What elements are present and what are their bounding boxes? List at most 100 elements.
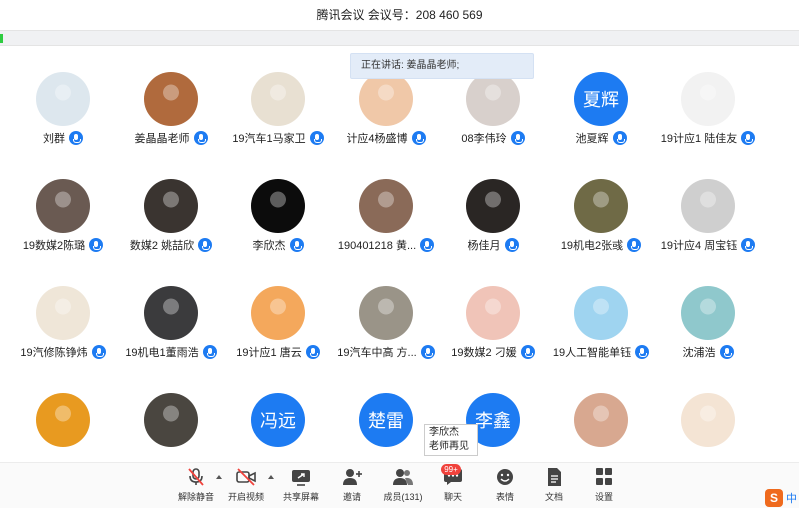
participant-name: 19机电1董雨浩 xyxy=(125,347,199,359)
avatar xyxy=(36,286,90,340)
add-user-icon xyxy=(341,467,363,487)
participant-name: 19汽车中高 方... xyxy=(337,347,417,359)
audio-options-caret[interactable] xyxy=(216,475,222,479)
avatar xyxy=(359,179,413,233)
participant-label: 池夏辉 xyxy=(547,130,655,146)
mic-icon xyxy=(198,238,213,252)
participant-label: 姜晶晶老师 xyxy=(117,130,225,146)
avatar xyxy=(36,179,90,233)
avatar xyxy=(144,72,198,126)
participant-tile[interactable]: 19机电1董雨浩 xyxy=(117,274,225,374)
mic-icon xyxy=(635,345,650,359)
mic-icon xyxy=(510,131,525,145)
participant-label: 19机电2张彧 xyxy=(547,237,655,253)
mic-icon xyxy=(89,238,104,252)
participant-tile[interactable]: 杨佳月 xyxy=(439,167,547,267)
participant-name: 杨佳月 xyxy=(467,240,501,252)
avatar xyxy=(144,179,198,233)
mic-icon xyxy=(719,345,734,359)
participant-name: 19人工智能单钰 xyxy=(552,347,632,359)
avatar xyxy=(359,286,413,340)
chat-unread-badge: 99+ xyxy=(441,464,461,475)
participant-tile[interactable]: 19计应1 陆佳友 xyxy=(654,60,762,160)
participant-label: 190401218 黄... xyxy=(332,237,440,253)
participant-tile[interactable]: 19人工智能单钰 xyxy=(547,274,655,374)
participant-tile[interactable]: 沈浦浩 xyxy=(654,274,762,374)
participant-name: 08李伟玲 xyxy=(461,133,507,145)
chat-popup[interactable]: 李欣杰 老师再见 xyxy=(424,424,478,456)
avatar xyxy=(681,286,735,340)
meeting-toolbar: 解除静音 开启视频 共享屏幕 邀请 成员(131) 聊天 表情 文档 设置 xyxy=(0,462,799,508)
participant-label: 李欣杰 xyxy=(224,237,332,253)
chat-popup-message: 老师再见 xyxy=(429,441,469,452)
participant-name: 19计应1 陆佳友 xyxy=(660,133,738,145)
mic-icon xyxy=(193,131,208,145)
participant-label: 19汽车1马家卫 xyxy=(224,130,332,146)
participant-tile[interactable]: 刘群 xyxy=(9,60,117,160)
avatar: 楚雷 xyxy=(359,393,413,447)
docs-button[interactable]: 文档 xyxy=(541,467,567,507)
participant-tile[interactable]: 19汽修陈铮炜 xyxy=(9,274,117,374)
mic-icon xyxy=(504,238,519,252)
avatar xyxy=(251,72,305,126)
participant-label: 19汽修陈铮炜 xyxy=(9,344,117,360)
avatar xyxy=(681,393,735,447)
participant-label: 19计应1 陆佳友 xyxy=(654,130,762,146)
participant-name: 姜晶晶老师 xyxy=(134,133,190,145)
participant-tile[interactable]: 姜晶晶老师 xyxy=(117,60,225,160)
share-screen-button[interactable]: 共享屏幕 xyxy=(281,467,321,507)
mic-icon xyxy=(627,238,642,252)
avatar xyxy=(359,72,413,126)
mic-icon xyxy=(69,131,83,145)
mic-icon xyxy=(741,131,756,145)
participant-label: 19数媒2 刁媛 xyxy=(439,344,547,360)
sogou-logo-icon: S xyxy=(765,489,783,507)
speaking-indicator: 正在讲话: 姜晶晶老师; xyxy=(350,53,534,79)
participant-name: 计应4杨盛博 xyxy=(346,133,408,145)
participant-label: 数媒2 姚喆欣 xyxy=(117,237,225,253)
meeting-info-strip xyxy=(0,30,799,46)
participant-tile[interactable]: 190401218 黄... xyxy=(332,167,440,267)
participant-name: 19数媒2陈璐 xyxy=(22,240,86,252)
participant-tile[interactable]: 19汽车1马家卫 xyxy=(224,60,332,160)
participant-name: 19汽车1马家卫 xyxy=(232,133,306,145)
avatar xyxy=(251,286,305,340)
mic-icon xyxy=(289,238,304,252)
reactions-button[interactable]: 表情 xyxy=(492,467,518,507)
start-video-button[interactable]: 开启视频 xyxy=(226,467,266,507)
participant-name: 19计应1 唐云 xyxy=(236,347,302,359)
participant-tile[interactable]: 19数媒2 刁媛 xyxy=(439,274,547,374)
participant-tile[interactable]: 19汽车中高 方... xyxy=(332,274,440,374)
participant-name: 190401218 黄... xyxy=(337,240,417,252)
mic-icon xyxy=(420,345,435,359)
avatar xyxy=(574,393,628,447)
participant-tile[interactable]: 19数媒2陈璐 xyxy=(9,167,117,267)
mic-icon xyxy=(91,345,106,359)
unmute-button[interactable]: 解除静音 xyxy=(176,467,216,507)
members-button[interactable]: 成员(131) xyxy=(383,467,423,507)
settings-button[interactable]: 设置 xyxy=(591,467,617,507)
mic-icon xyxy=(741,238,756,252)
mic-icon xyxy=(305,345,320,359)
participant-tile[interactable]: 数媒2 姚喆欣 xyxy=(117,167,225,267)
avatar xyxy=(144,393,198,447)
participant-tile[interactable]: 19计应4 周宝钰 xyxy=(654,167,762,267)
participant-tile[interactable]: 夏辉 池夏辉 xyxy=(547,60,655,160)
ime-indicator[interactable]: S 中 xyxy=(765,488,799,508)
participant-tile[interactable]: 19计应1 唐云 xyxy=(224,274,332,374)
participant-label: 19汽车中高 方... xyxy=(332,344,440,360)
video-options-caret[interactable] xyxy=(268,475,274,479)
avatar: 夏辉 xyxy=(574,72,628,126)
avatar xyxy=(36,393,90,447)
mic-icon xyxy=(612,131,627,145)
mic-icon xyxy=(420,238,435,252)
participant-name: 19汽修陈铮炜 xyxy=(20,347,88,359)
avatar xyxy=(251,179,305,233)
participant-tile[interactable]: 李欣杰 xyxy=(224,167,332,267)
mic-icon xyxy=(411,131,426,145)
participant-name: 刘群 xyxy=(43,133,65,145)
invite-button[interactable]: 邀请 xyxy=(337,467,367,507)
participant-name: 19计应4 周宝钰 xyxy=(660,240,738,252)
participant-tile[interactable]: 19机电2张彧 xyxy=(547,167,655,267)
participant-label: 杨佳月 xyxy=(439,237,547,253)
